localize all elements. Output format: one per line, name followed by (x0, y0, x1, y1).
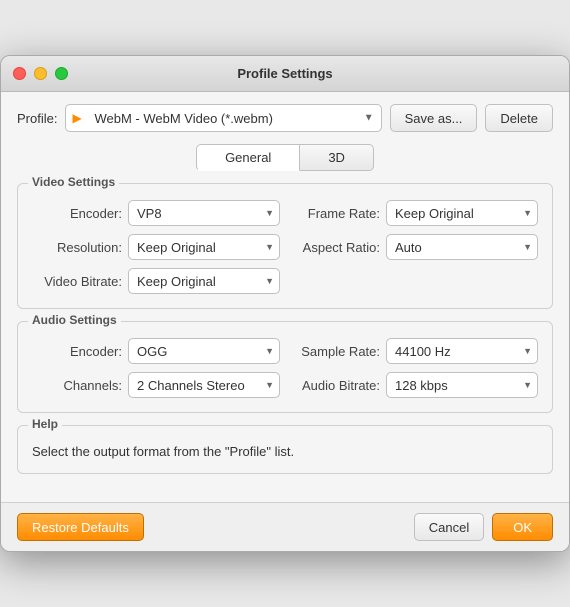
video-bitrate-label: Video Bitrate: (32, 274, 122, 289)
video-settings-title: Video Settings (28, 175, 119, 189)
channels-label: Channels: (32, 378, 122, 393)
audio-settings-section: Audio Settings Encoder: OGG ▼ Sample Rat… (17, 321, 553, 413)
cancel-button[interactable]: Cancel (414, 513, 484, 541)
profile-label: Profile: (17, 111, 57, 126)
frame-rate-select[interactable]: Keep Original (386, 200, 538, 226)
audio-settings-title: Audio Settings (28, 313, 121, 327)
profile-settings-window: Profile Settings Profile: ▶ WebM - WebM … (0, 55, 570, 552)
play-icon: ▶ (72, 111, 81, 125)
restore-defaults-button[interactable]: Restore Defaults (17, 513, 144, 541)
window-title: Profile Settings (237, 66, 332, 81)
audio-bitrate-select[interactable]: 128 kbps (386, 372, 538, 398)
audio-bitrate-select-wrapper: 128 kbps ▼ (386, 372, 538, 398)
video-bitrate-select-wrapper: Keep Original ▼ (128, 268, 280, 294)
profile-select[interactable]: WebM - WebM Video (*.webm) (65, 104, 381, 132)
help-section: Help Select the output format from the "… (17, 425, 553, 474)
video-settings-grid: Encoder: VP8 ▼ Frame Rate: Keep Original (32, 200, 538, 294)
encoder-label: Encoder: (32, 206, 122, 221)
tab-3d[interactable]: 3D (300, 144, 374, 171)
audio-encoder-label: Encoder: (32, 344, 122, 359)
title-bar: Profile Settings (1, 56, 569, 92)
tabs-row: General 3D (17, 144, 553, 171)
ok-button[interactable]: OK (492, 513, 553, 541)
frame-rate-select-wrapper: Keep Original ▼ (386, 200, 538, 226)
sample-rate-select-wrapper: 44100 Hz ▼ (386, 338, 538, 364)
profile-row: Profile: ▶ WebM - WebM Video (*.webm) ▼ … (17, 104, 553, 132)
resolution-select-wrapper: Keep Original ▼ (128, 234, 280, 260)
close-button[interactable] (13, 67, 26, 80)
audio-encoder-field-row: Encoder: OGG ▼ (32, 338, 280, 364)
maximize-button[interactable] (55, 67, 68, 80)
aspect-ratio-select-wrapper: Auto ▼ (386, 234, 538, 260)
frame-rate-field-row: Frame Rate: Keep Original ▼ (290, 200, 538, 226)
resolution-field-row: Resolution: Keep Original ▼ (32, 234, 280, 260)
sample-rate-select[interactable]: 44100 Hz (386, 338, 538, 364)
audio-encoder-select-wrapper: OGG ▼ (128, 338, 280, 364)
audio-bitrate-label: Audio Bitrate: (290, 378, 380, 393)
sample-rate-label: Sample Rate: (290, 344, 380, 359)
profile-select-wrapper: ▶ WebM - WebM Video (*.webm) ▼ (65, 104, 381, 132)
minimize-button[interactable] (34, 67, 47, 80)
save-as-button[interactable]: Save as... (390, 104, 478, 132)
resolution-label: Resolution: (32, 240, 122, 255)
video-settings-section: Video Settings Encoder: VP8 ▼ Frame Rate… (17, 183, 553, 309)
footer: Restore Defaults Cancel OK (1, 502, 569, 551)
sample-rate-field-row: Sample Rate: 44100 Hz ▼ (290, 338, 538, 364)
frame-rate-label: Frame Rate: (290, 206, 380, 221)
channels-select-wrapper: 2 Channels Stereo ▼ (128, 372, 280, 398)
delete-button[interactable]: Delete (485, 104, 553, 132)
tab-general[interactable]: General (196, 144, 300, 171)
encoder-select[interactable]: VP8 (128, 200, 280, 226)
audio-bitrate-field-row: Audio Bitrate: 128 kbps ▼ (290, 372, 538, 398)
aspect-ratio-field-row: Aspect Ratio: Auto ▼ (290, 234, 538, 260)
window-controls (13, 67, 68, 80)
footer-right-buttons: Cancel OK (414, 513, 553, 541)
video-bitrate-field-row: Video Bitrate: Keep Original ▼ (32, 268, 280, 294)
help-title: Help (28, 417, 62, 431)
help-text: Select the output format from the "Profi… (32, 444, 538, 459)
main-content: Profile: ▶ WebM - WebM Video (*.webm) ▼ … (1, 92, 569, 502)
channels-select[interactable]: 2 Channels Stereo (128, 372, 280, 398)
encoder-field-row: Encoder: VP8 ▼ (32, 200, 280, 226)
empty-cell (290, 268, 538, 294)
aspect-ratio-label: Aspect Ratio: (290, 240, 380, 255)
aspect-ratio-select[interactable]: Auto (386, 234, 538, 260)
encoder-select-wrapper: VP8 ▼ (128, 200, 280, 226)
channels-field-row: Channels: 2 Channels Stereo ▼ (32, 372, 280, 398)
video-bitrate-select[interactable]: Keep Original (128, 268, 280, 294)
resolution-select[interactable]: Keep Original (128, 234, 280, 260)
audio-encoder-select[interactable]: OGG (128, 338, 280, 364)
audio-settings-grid: Encoder: OGG ▼ Sample Rate: 44100 Hz (32, 338, 538, 398)
